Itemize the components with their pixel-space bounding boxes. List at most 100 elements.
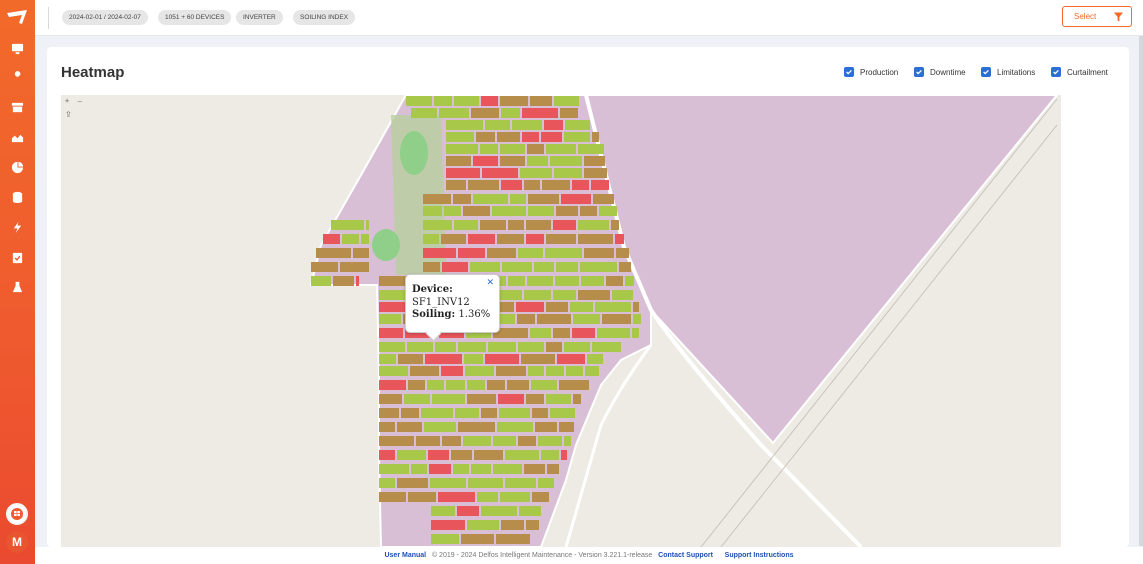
solar-table-block[interactable] (578, 144, 604, 154)
solar-table-block[interactable] (544, 120, 563, 130)
solar-table-block[interactable] (611, 220, 619, 230)
solar-table-block[interactable] (561, 450, 567, 460)
solar-table-block[interactable] (446, 180, 466, 190)
solar-table-block[interactable] (572, 180, 589, 190)
solar-table-block[interactable] (366, 220, 369, 230)
solar-table-block[interactable] (411, 108, 437, 118)
solar-table-block[interactable] (398, 354, 423, 364)
solar-table-block[interactable] (311, 276, 331, 286)
solar-table-block[interactable] (461, 534, 494, 544)
solar-table-block[interactable] (591, 180, 609, 190)
solar-table-block[interactable] (564, 342, 590, 352)
solar-table-block[interactable] (397, 450, 426, 460)
solar-table-block[interactable] (580, 206, 597, 216)
solar-table-block[interactable] (429, 464, 451, 474)
compass-icon[interactable]: ⇪ (65, 110, 72, 119)
solar-table-block[interactable] (527, 276, 553, 286)
solar-table-block[interactable] (353, 248, 369, 258)
solar-table-block[interactable] (528, 194, 559, 204)
solar-table-block[interactable] (535, 422, 557, 432)
date-range-chip[interactable]: 2024-02-01 / 2024-02-07 (62, 10, 148, 25)
solar-table-block[interactable] (542, 180, 570, 190)
production-checkbox[interactable] (844, 67, 854, 77)
solar-table-block[interactable] (379, 478, 395, 488)
solar-table-block[interactable] (505, 478, 536, 488)
solar-table-block[interactable] (524, 464, 545, 474)
solar-table-block[interactable] (379, 422, 395, 432)
solar-table-block[interactable] (431, 506, 455, 516)
solar-table-block[interactable] (464, 354, 483, 364)
solar-table-block[interactable] (606, 276, 623, 286)
solar-table-block[interactable] (465, 366, 494, 376)
zoom-controls[interactable]: + – (65, 97, 82, 105)
solar-table-block[interactable] (481, 96, 498, 106)
solar-table-block[interactable] (578, 220, 609, 230)
solar-table-block[interactable] (468, 234, 495, 244)
solar-table-block[interactable] (316, 248, 351, 258)
solar-table-block[interactable] (423, 194, 451, 204)
solar-table-block[interactable] (467, 520, 499, 530)
solar-table-block[interactable] (379, 380, 406, 390)
solar-table-block[interactable] (518, 248, 543, 258)
solar-table-block[interactable] (512, 120, 542, 130)
solar-table-block[interactable] (442, 262, 468, 272)
solar-table-block[interactable] (471, 464, 491, 474)
solar-table-block[interactable] (435, 342, 456, 352)
wrench-icon[interactable] (9, 69, 26, 86)
select-filter-button[interactable]: Select (1062, 6, 1132, 27)
solar-table-block[interactable] (546, 144, 576, 154)
solar-table-block[interactable] (458, 422, 495, 432)
solar-table-block[interactable] (474, 450, 503, 460)
solar-table-block[interactable] (446, 120, 483, 130)
flask-icon[interactable] (9, 279, 26, 296)
solar-table-block[interactable] (401, 408, 419, 418)
solar-table-block[interactable] (592, 132, 599, 142)
solar-table-block[interactable] (520, 168, 552, 178)
solar-table-block[interactable] (566, 366, 583, 376)
solar-table-block[interactable] (410, 366, 439, 376)
solar-table-block[interactable] (340, 262, 369, 272)
solar-table-block[interactable] (468, 478, 503, 488)
solar-table-block[interactable] (463, 206, 490, 216)
user-avatar[interactable]: M (6, 531, 28, 553)
solar-table-block[interactable] (416, 436, 440, 446)
solar-table-block[interactable] (323, 234, 340, 244)
filter-limitations[interactable]: Limitations (981, 67, 1035, 77)
solar-table-block[interactable] (564, 436, 571, 446)
solar-table-block[interactable] (423, 234, 439, 244)
solar-table-block[interactable] (532, 492, 549, 502)
solar-table-block[interactable] (572, 328, 595, 338)
solar-table-block[interactable] (519, 506, 541, 516)
solar-table-block[interactable] (578, 290, 610, 300)
solar-table-block[interactable] (593, 194, 614, 204)
solar-table-block[interactable] (556, 262, 578, 272)
solar-table-block[interactable] (497, 422, 533, 432)
solar-table-block[interactable] (379, 354, 396, 364)
solar-table-block[interactable] (555, 276, 579, 286)
solar-table-block[interactable] (526, 394, 544, 404)
solar-table-block[interactable] (508, 220, 524, 230)
solar-table-block[interactable] (570, 302, 593, 312)
solar-table-block[interactable] (425, 354, 462, 364)
solar-table-block[interactable] (487, 380, 505, 390)
solar-table-block[interactable] (430, 478, 466, 488)
solar-table-block[interactable] (612, 290, 633, 300)
solar-table-block[interactable] (522, 108, 558, 118)
solar-table-block[interactable] (500, 144, 525, 154)
solar-table-block[interactable] (397, 478, 428, 488)
solar-table-block[interactable] (457, 506, 479, 516)
solar-table-block[interactable] (481, 408, 497, 418)
solar-table-block[interactable] (431, 534, 459, 544)
solar-table-block[interactable] (427, 380, 444, 390)
solar-table-block[interactable] (441, 366, 463, 376)
solar-table-block[interactable] (455, 408, 479, 418)
solar-table-block[interactable] (534, 262, 554, 272)
solar-table-block[interactable] (379, 328, 403, 338)
solar-table-block[interactable] (356, 276, 359, 286)
solar-table-block[interactable] (619, 262, 631, 272)
solar-table-block[interactable] (361, 234, 369, 244)
solar-table-block[interactable] (553, 220, 576, 230)
device-type-chip[interactable]: INVERTER (236, 10, 283, 25)
bolt-icon[interactable] (9, 219, 26, 236)
downtime-checkbox[interactable] (914, 67, 924, 77)
